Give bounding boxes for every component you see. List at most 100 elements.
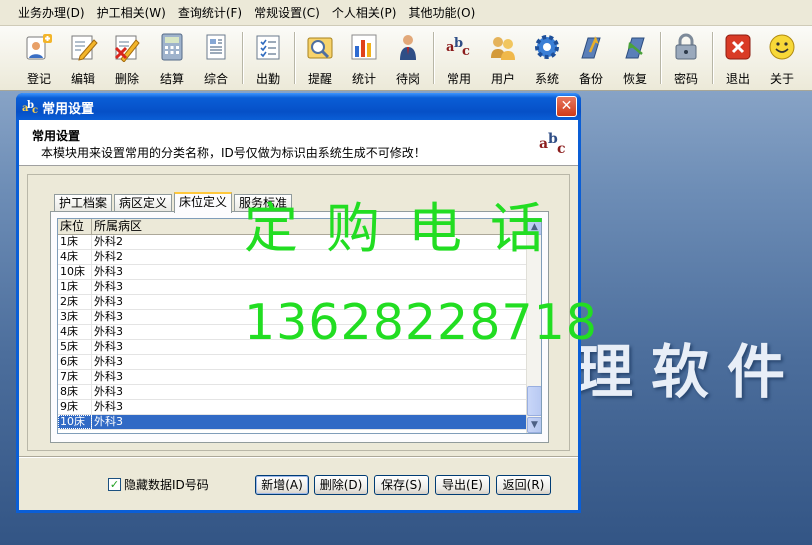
- dialog-title-bar[interactable]: abc 常用设置 ✕: [16, 93, 581, 120]
- gear-icon: [532, 32, 562, 62]
- ward-cell: 外科3: [94, 400, 123, 413]
- bed-cell: 4床: [58, 250, 92, 264]
- restore-label: 恢复: [622, 72, 647, 86]
- about-button[interactable]: 关于: [760, 30, 804, 88]
- common-label: 常用: [446, 72, 471, 86]
- backup-icon: [576, 32, 606, 62]
- register-button[interactable]: 登记: [17, 30, 61, 88]
- exit-label: 退出: [725, 72, 750, 86]
- register-icon: [24, 32, 54, 62]
- reminder-button[interactable]: 提醒: [298, 30, 342, 88]
- bed-cell: 6床: [58, 355, 92, 369]
- table-row[interactable]: 7床 外科3: [58, 370, 541, 385]
- standby-button[interactable]: 待岗: [386, 30, 430, 88]
- toolbar: 登记 编辑 删除 结算 综合 出勤 提醒 统计 待岗 a b c 常用 用户 系…: [0, 26, 812, 91]
- menu-settings[interactable]: 常规设置(C): [254, 4, 320, 21]
- exit-button[interactable]: 退出: [716, 30, 760, 88]
- svg-text:c: c: [557, 141, 566, 157]
- bar-chart-icon: [349, 32, 379, 62]
- export-button[interactable]: 导出(E): [435, 475, 490, 495]
- bed-cell: 1床: [58, 235, 92, 249]
- scroll-down-icon[interactable]: ▼: [527, 417, 541, 433]
- smiley-icon: [767, 32, 797, 62]
- background-app-text: 理软件: [575, 338, 804, 406]
- overview-button[interactable]: 综合: [194, 30, 238, 88]
- tab-caregiver-files[interactable]: 护工档案: [54, 194, 113, 212]
- table-row[interactable]: 9床 外科3: [58, 400, 541, 415]
- header-description: 本模块用来设置常用的分类名称，ID号仅做为标识由系统生成不可修改！: [41, 146, 426, 160]
- bed-cell: 10床: [58, 265, 92, 279]
- dialog-header: 常用设置 本模块用来设置常用的分类名称，ID号仅做为标识由系统生成不可修改！ a…: [19, 120, 578, 166]
- hide-id-option[interactable]: ✓ 隐藏数据ID号码: [108, 476, 209, 493]
- ward-cell: 外科3: [94, 355, 123, 368]
- menu-personal[interactable]: 个人相关(P): [332, 4, 397, 21]
- bed-cell: 9床: [58, 400, 92, 414]
- edit-icon: [68, 32, 98, 62]
- attendance-label: 出勤: [255, 72, 280, 86]
- padlock-icon: [671, 32, 701, 62]
- ward-cell: 外科3: [94, 415, 123, 428]
- menu-caregiver[interactable]: 护工相关(W): [97, 4, 166, 21]
- watermark-order-phone-label: 定购电话: [244, 197, 572, 260]
- svg-text:c: c: [462, 44, 470, 59]
- close-icon[interactable]: ✕: [556, 96, 577, 117]
- app-logo-icon: abc: [22, 99, 38, 116]
- table-row[interactable]: 8床 外科3: [58, 385, 541, 400]
- system-button[interactable]: 系统: [525, 30, 569, 88]
- bed-cell: 1床: [58, 280, 92, 294]
- restore-button[interactable]: 恢复: [613, 30, 657, 88]
- bed-cell: 3床: [58, 310, 92, 324]
- edit-button[interactable]: 编辑: [61, 30, 105, 88]
- menu-business[interactable]: 业务办理(D): [18, 4, 85, 21]
- table-row[interactable]: 10床 外科3: [58, 415, 541, 430]
- exit-icon: [723, 32, 753, 62]
- watermark-phone-number: 13628228718: [244, 294, 598, 351]
- register-label: 登记: [26, 72, 51, 86]
- bed-cell: 2床: [58, 295, 92, 309]
- toolbar-separator: [712, 32, 714, 84]
- table-row[interactable]: 10床 外科3: [58, 265, 541, 280]
- attendance-button[interactable]: 出勤: [246, 30, 290, 88]
- statistics-button[interactable]: 统计: [342, 30, 386, 88]
- column-header-bed[interactable]: 床位: [58, 219, 92, 235]
- bed-cell: 7床: [58, 370, 92, 384]
- svg-text:a: a: [539, 136, 548, 152]
- common-button[interactable]: abc 常用: [437, 30, 481, 88]
- table-row[interactable]: 1床 外科3: [58, 280, 541, 295]
- toolbar-separator: [433, 32, 435, 84]
- calculator-icon: [157, 32, 187, 62]
- overview-label: 综合: [203, 72, 228, 86]
- users-label: 用户: [490, 72, 515, 86]
- ward-cell: 外科3: [94, 370, 123, 383]
- delete-button[interactable]: 删除: [105, 30, 149, 88]
- menu-query-stats[interactable]: 查询统计(F): [178, 4, 242, 21]
- ward-cell: 外科3: [94, 385, 123, 398]
- document-icon: [201, 32, 231, 62]
- tab-bed-definition[interactable]: 床位定义: [174, 192, 233, 213]
- toolbar-separator: [294, 32, 296, 84]
- tab-ward-definition[interactable]: 病区定义: [114, 194, 173, 212]
- dialog-title: 常用设置: [42, 102, 95, 117]
- bed-cell: 8床: [58, 385, 92, 399]
- menu-bar: 业务办理(D) 护工相关(W) 查询统计(F) 常规设置(C) 个人相关(P) …: [0, 0, 812, 26]
- users-button[interactable]: 用户: [481, 30, 525, 88]
- back-button[interactable]: 返回(R): [496, 475, 551, 495]
- backup-button[interactable]: 备份: [569, 30, 613, 88]
- add-button[interactable]: 新增(A): [255, 475, 309, 495]
- system-label: 系统: [534, 72, 559, 86]
- ward-cell: 外科3: [94, 280, 123, 293]
- hide-id-label: 隐藏数据ID号码: [124, 478, 209, 492]
- abc-icon: abc: [444, 32, 474, 62]
- scroll-thumb[interactable]: [527, 386, 541, 416]
- settle-button[interactable]: 结算: [150, 30, 194, 88]
- restore-icon: [620, 32, 650, 62]
- abc-icon: abc: [538, 128, 570, 158]
- menu-other[interactable]: 其他功能(O): [408, 4, 475, 21]
- attendance-list-icon: [253, 32, 283, 62]
- table-row[interactable]: 6床 外科3: [58, 355, 541, 370]
- reminder-label: 提醒: [307, 72, 332, 86]
- hide-id-checkbox[interactable]: ✓: [108, 478, 121, 491]
- save-button[interactable]: 保存(S): [374, 475, 429, 495]
- password-button[interactable]: 密码: [664, 30, 708, 88]
- delete-record-button[interactable]: 删除(D): [314, 475, 368, 495]
